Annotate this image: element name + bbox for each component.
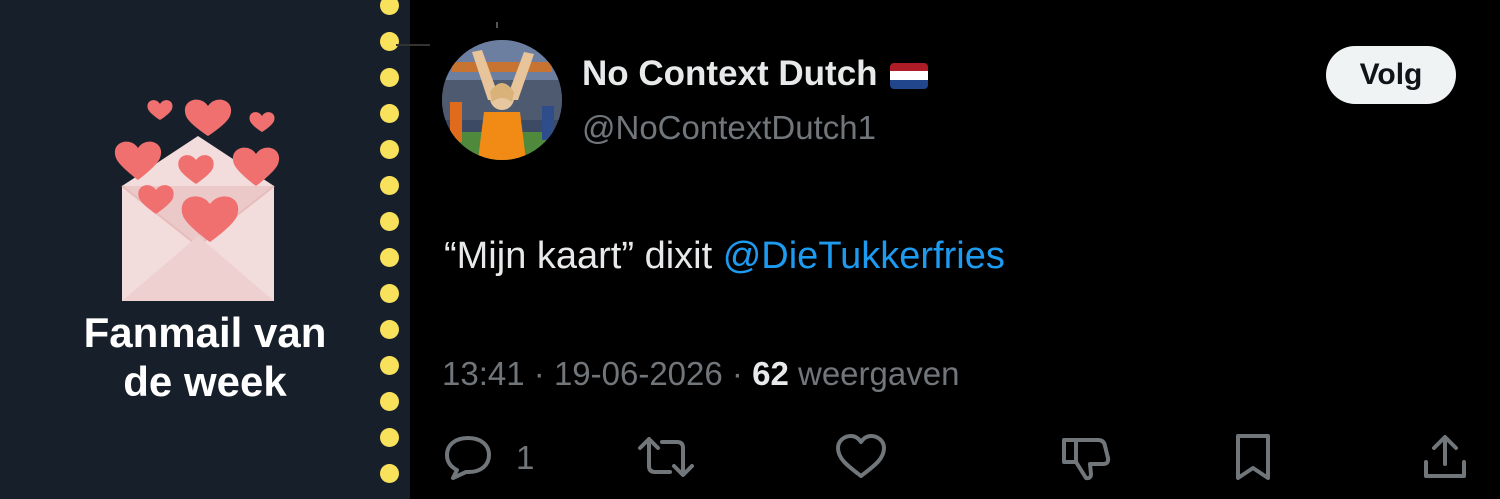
- share-icon: [1424, 435, 1466, 478]
- share-button[interactable]: [1420, 432, 1470, 482]
- reply-button[interactable]: [442, 432, 494, 482]
- tweet-text: “Mijn kaart” dixit @DieTukkerfries: [444, 232, 1005, 280]
- tweet-text-body: “Mijn kaart” dixit: [444, 235, 723, 277]
- views-count: 62: [752, 355, 789, 392]
- reply-count: 1: [516, 439, 535, 476]
- dislike-button[interactable]: [1058, 432, 1114, 482]
- divider-rule: [396, 44, 430, 46]
- perforation-dot: [380, 32, 399, 51]
- fanmail-title-line1: Fanmail van: [83, 309, 327, 356]
- perforation-dot: [380, 68, 399, 87]
- fanmail-panel: Fanmail van de week: [0, 0, 410, 499]
- perforation-dot: [380, 464, 399, 483]
- heart-icon: [836, 434, 886, 478]
- perforation-dot: [380, 176, 399, 195]
- perforation-dot: [380, 356, 399, 375]
- fanmail-title: Fanmail van de week: [40, 308, 370, 406]
- reply-bubble-icon: [445, 436, 491, 480]
- avatar[interactable]: [442, 40, 562, 160]
- perforation-dot: [380, 140, 399, 159]
- meta-separator: ·: [533, 355, 545, 392]
- tweet-time[interactable]: 13:41: [442, 355, 525, 392]
- bookmark-icon: [1236, 434, 1270, 480]
- display-name[interactable]: No Context Dutch: [582, 54, 928, 94]
- perforation-dot: [380, 0, 399, 15]
- meta-separator: ·: [731, 355, 743, 392]
- views-label: weergaven: [797, 355, 960, 392]
- thumbs-down-icon: [1062, 438, 1111, 481]
- divider-tick: [496, 22, 498, 28]
- follow-button[interactable]: Volg: [1326, 46, 1456, 104]
- retweet-icon: [638, 437, 694, 477]
- perforation-dot: [380, 428, 399, 447]
- bookmark-button[interactable]: [1230, 432, 1276, 482]
- envelope-with-hearts-icon: [114, 99, 280, 301]
- like-button[interactable]: [834, 432, 888, 482]
- perforation-dot: [380, 392, 399, 411]
- retweet-button[interactable]: [636, 432, 696, 482]
- perforation-dot: [380, 248, 399, 267]
- perforation-dot: [380, 320, 399, 339]
- mention-link[interactable]: @DieTukkerfries: [723, 235, 1005, 277]
- tweet-meta: 13:41 · 19-06-2026 · 62 weergaven: [442, 354, 959, 394]
- ticket-perforation-dots: [376, 0, 404, 499]
- perforation-dot: [380, 212, 399, 231]
- netherlands-flag-icon: [889, 62, 928, 89]
- tweet-date[interactable]: 19-06-2026: [554, 355, 723, 392]
- perforation-dot: [380, 104, 399, 123]
- perforation-dot: [380, 284, 399, 303]
- user-handle[interactable]: @NoContextDutch1: [582, 108, 876, 148]
- display-name-text: No Context Dutch: [582, 54, 878, 93]
- fanmail-title-line2: de week: [123, 358, 287, 405]
